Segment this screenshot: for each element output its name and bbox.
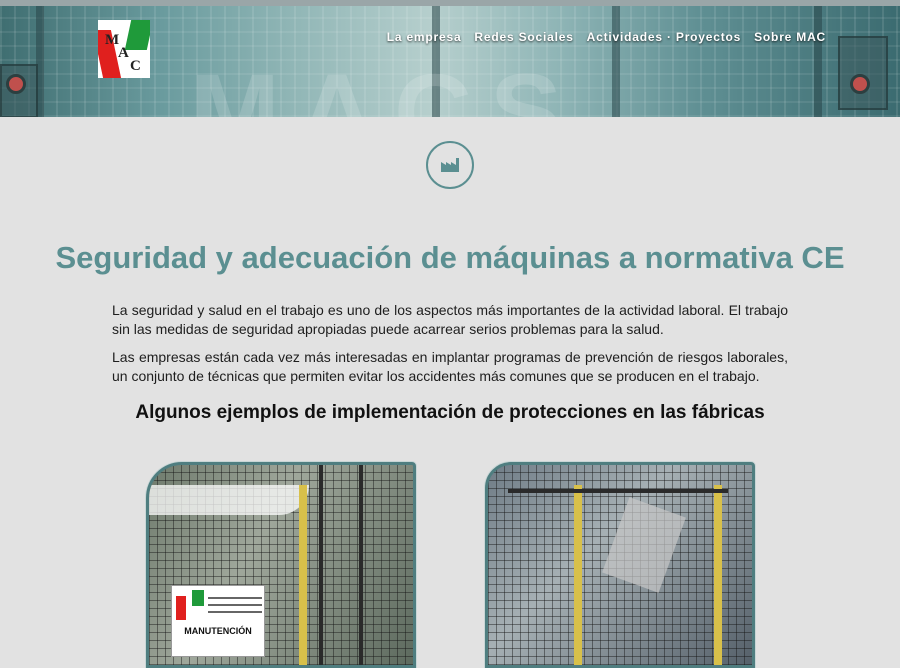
- badge-text: MANUTENCIÓN: [184, 626, 252, 636]
- logo-letter-c: C: [130, 58, 141, 74]
- fence-post: [319, 465, 323, 665]
- intro-section: La seguridad y salud en el trabajo es un…: [112, 301, 788, 386]
- examples-heading: Algunos ejemplos de implementación de pr…: [135, 402, 765, 423]
- company-badge: MANUTENCIÓN: [171, 585, 265, 657]
- yellow-post: [714, 485, 722, 665]
- nav-la-empresa[interactable]: La empresa: [387, 30, 462, 44]
- nav-sobre-mac[interactable]: Sobre MAC: [754, 30, 826, 44]
- duct-shape: [149, 485, 309, 515]
- factory-icon: [426, 141, 474, 189]
- hero-frame-post: [612, 6, 620, 117]
- hero-frame-post: [814, 6, 822, 117]
- hero-control-box: [838, 36, 888, 110]
- hero-button-shape: [850, 74, 870, 94]
- hero-watermark: MACS: [190, 51, 580, 118]
- fence-post: [359, 465, 363, 665]
- badge-line: [208, 597, 262, 599]
- yellow-post: [299, 485, 307, 665]
- main-nav: La empresa Redes Sociales Actividades · …: [387, 30, 826, 44]
- nav-actividades-proyectos[interactable]: Actividades · Proyectos: [587, 30, 741, 44]
- intro-paragraph: La seguridad y salud en el trabajo es un…: [112, 302, 788, 337]
- badge-line: [208, 604, 262, 606]
- badge-logo-green: [192, 590, 204, 606]
- photo-gallery: MANUTENCIÓN: [0, 424, 900, 668]
- hero-banner: MACS M A C La empresa Redes Sociales Act…: [0, 6, 900, 117]
- gallery-photo[interactable]: [485, 462, 755, 668]
- badge-line: [208, 611, 262, 613]
- badge-logo: [176, 590, 204, 620]
- gallery-photo[interactable]: MANUTENCIÓN: [146, 462, 416, 668]
- yellow-post: [574, 485, 582, 665]
- badge-logo-red: [176, 596, 186, 620]
- hero-button-shape: [6, 74, 26, 94]
- logo-letter-a: A: [118, 45, 129, 61]
- page-title: Seguridad y adecuación de máquinas a nor…: [55, 240, 845, 275]
- site-logo[interactable]: M A C: [98, 20, 150, 78]
- fence-rail: [508, 489, 728, 493]
- intro-paragraph: Las empresas están cada vez más interesa…: [112, 349, 788, 384]
- badge-contact-lines: [208, 592, 262, 618]
- nav-redes-sociales[interactable]: Redes Sociales: [474, 30, 573, 44]
